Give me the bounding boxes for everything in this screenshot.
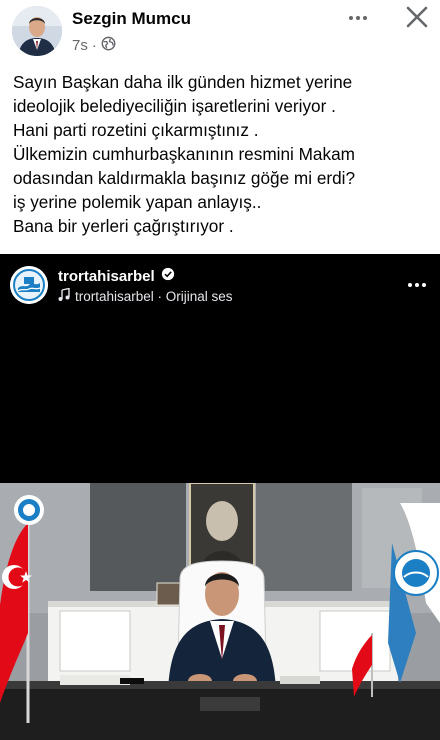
music-note-icon <box>58 287 70 304</box>
post-line: Bana bir yerleri çağrıştırıyor . <box>13 216 234 236</box>
embedded-reel[interactable]: trortahisarbel trortahisarbel · Orijinal… <box>0 254 440 740</box>
globe-icon <box>101 36 116 55</box>
post-line: Sayın Başkan daha ilk günden hizmet yeri… <box>13 72 353 92</box>
reel-audio-label: trortahisarbel · Orijinal ses <box>75 288 233 304</box>
author-name[interactable]: Sezgin Mumcu <box>72 9 191 29</box>
more-options-icon[interactable] <box>342 4 374 32</box>
author-avatar[interactable] <box>12 6 62 56</box>
meta-separator: · <box>91 37 97 54</box>
reel-video[interactable] <box>0 482 440 740</box>
reel-avatar[interactable] <box>10 266 48 304</box>
post-line: Hani parti rozetini çıkarmıştınız . <box>13 120 259 140</box>
post-line: odasından kaldırmakla başınız göğe mi er… <box>13 168 356 188</box>
reel-username-row[interactable]: trortahisarbel <box>58 267 175 285</box>
reel-audio-row[interactable]: trortahisarbel · Orijinal ses <box>58 287 233 304</box>
reel-username[interactable]: trortahisarbel <box>58 268 155 285</box>
post-message: Sayın Başkan daha ilk günden hizmet yeri… <box>13 70 433 238</box>
post-line: ideolojik belediyeciliğin işaretlerini v… <box>13 96 336 116</box>
verified-badge-icon <box>161 267 175 285</box>
close-icon[interactable] <box>400 2 434 34</box>
post-time[interactable]: 7s <box>72 37 88 54</box>
post-line: iş yerine polemik yapan anlayış.. <box>13 192 262 212</box>
post-meta: 7s · <box>72 36 116 55</box>
post-header: Sezgin Mumcu 7s · <box>0 0 440 62</box>
post-line: Ülkemizin cumhurbaşkanının resmini Makam <box>13 144 355 164</box>
reel-more-options-icon[interactable] <box>404 278 430 292</box>
